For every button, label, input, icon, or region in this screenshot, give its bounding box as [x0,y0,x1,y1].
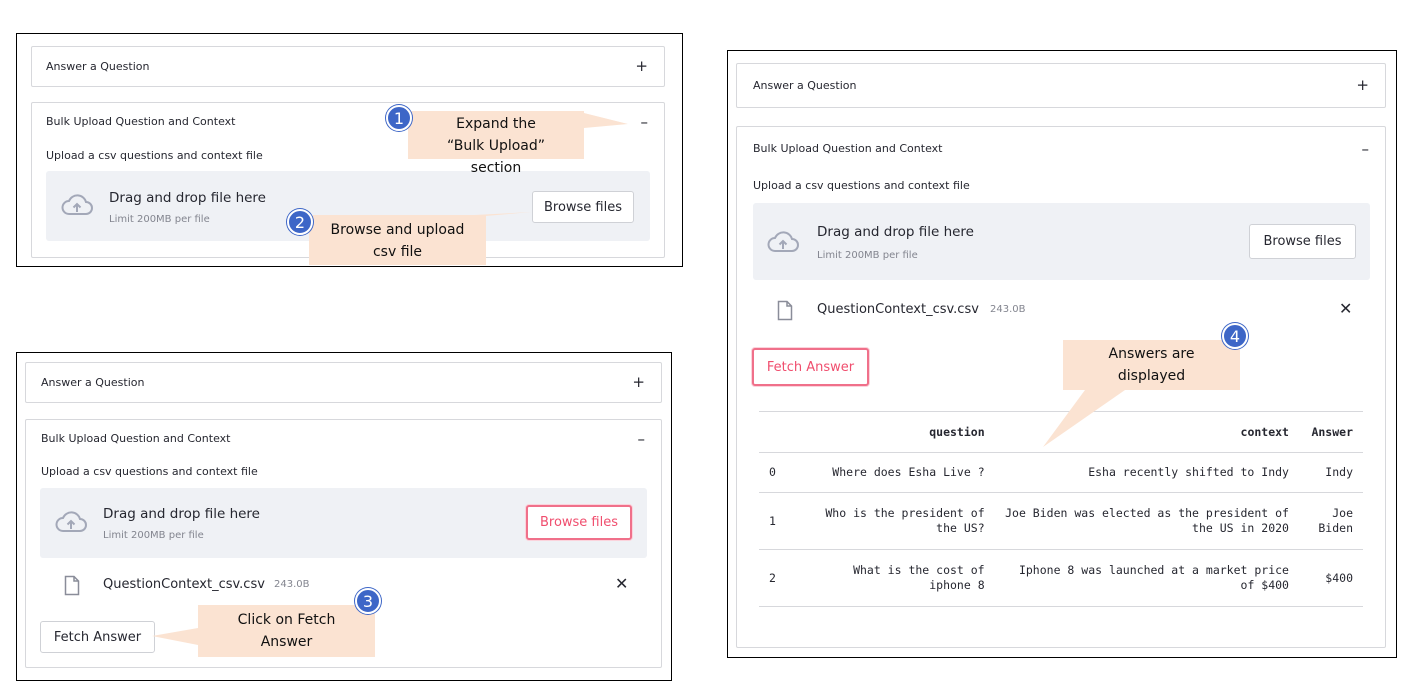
drag-drop-title: Drag and drop file here [817,224,974,240]
uploader-label: Upload a csv questions and context file [753,179,970,192]
answer-question-expander[interactable]: Answer a Question + [31,46,665,87]
file-dropzone[interactable]: Drag and drop file here Limit 200MB per … [40,488,647,558]
callout-4-box: Answers are displayed [1063,340,1240,390]
uploaded-file-name: QuestionContext_csv.csv [103,577,265,592]
expand-plus-icon[interactable]: + [635,59,648,74]
expander-title: Answer a Question [41,376,145,389]
browse-files-button[interactable]: Browse files [526,505,632,540]
uploaded-file-size: 243.0B [274,579,310,590]
question-cell: What is the cost of iphone 8 [794,549,995,607]
row-index: 2 [759,549,795,607]
browse-files-button[interactable]: Browse files [532,191,634,223]
table-row: 0 Where does Esha Live ? Esha recently s… [759,452,1363,493]
table-row: 1 Who is the president of the US? Joe Bi… [759,492,1363,550]
row-index: 1 [759,492,795,550]
step-3-badge: 3 [355,588,381,614]
answer-question-expander[interactable]: Answer a Question + [736,63,1386,108]
expander-title: Answer a Question [753,79,857,92]
expander-title: Bulk Upload Question and Context [46,115,236,128]
drag-drop-title: Drag and drop file here [103,506,260,522]
answer-header: Answer [1298,411,1363,453]
file-icon [64,575,80,596]
uploader-label: Upload a csv questions and context file [46,149,263,162]
callout-3-box: Click on Fetch Answer [198,605,375,657]
row-index: 0 [759,452,795,493]
context-cell: Joe Biden was elected as the president o… [994,492,1299,550]
file-icon [777,300,793,321]
upload-cloud-icon [61,194,93,215]
file-size-limit: Limit 200MB per file [103,530,204,541]
context-header: context [994,411,1299,453]
question-cell: Where does Esha Live ? [794,452,995,493]
answer-question-expander[interactable]: Answer a Question + [25,362,662,403]
context-cell: Iphone 8 was launched at a market price … [994,549,1299,607]
step-2-badge: 2 [287,209,313,235]
fetch-answer-button[interactable]: Fetch Answer [40,621,155,653]
callout-1-box: Expand the “Bulk Upload” section [408,111,584,176]
browse-files-button[interactable]: Browse files [1249,224,1356,259]
collapse-minus-icon[interactable]: – [641,115,649,130]
remove-file-icon[interactable]: ✕ [1339,301,1352,317]
bulk-upload-expander[interactable]: Bulk Upload Question and Context – Uploa… [736,126,1386,648]
expander-title: Bulk Upload Question and Context [41,432,231,445]
file-size-limit: Limit 200MB per file [817,250,918,261]
uploaded-file-size: 243.0B [990,304,1026,315]
answers-table: question context Answer 0 Where does Esh… [759,411,1363,607]
expander-title: Answer a Question [46,60,150,73]
drag-drop-title: Drag and drop file here [109,190,266,206]
remove-file-icon[interactable]: ✕ [615,576,628,592]
index-header [759,411,795,453]
step-4-badge: 4 [1222,323,1248,349]
question-header: question [794,411,995,453]
expand-plus-icon[interactable]: + [632,375,645,390]
upload-cloud-icon [767,231,799,252]
context-cell: Esha recently shifted to Indy [994,452,1299,493]
answer-cell: Joe Biden [1298,492,1363,550]
fetch-answer-button[interactable]: Fetch Answer [752,348,869,386]
file-size-limit: Limit 200MB per file [109,214,210,225]
answer-cell: Indy [1298,452,1363,493]
callout-2-box: Browse and upload csv file [309,215,486,265]
collapse-minus-icon[interactable]: – [638,432,646,447]
expand-plus-icon[interactable]: + [1356,78,1369,93]
upload-cloud-icon [55,511,87,532]
uploader-label: Upload a csv questions and context file [41,465,258,478]
collapse-minus-icon[interactable]: – [1362,142,1370,157]
uploaded-file-name: QuestionContext_csv.csv [817,302,979,317]
expander-title: Bulk Upload Question and Context [753,142,943,155]
file-dropzone[interactable]: Drag and drop file here Limit 200MB per … [753,203,1370,280]
screenshot-panel-4: Answer a Question + Bulk Upload Question… [727,50,1397,658]
step-1-badge: 1 [386,105,412,131]
answer-cell: $400 [1298,549,1363,607]
question-cell: Who is the president of the US? [794,492,995,550]
table-header-row: question context Answer [759,411,1363,453]
table-row: 2 What is the cost of iphone 8 Iphone 8 … [759,549,1363,607]
